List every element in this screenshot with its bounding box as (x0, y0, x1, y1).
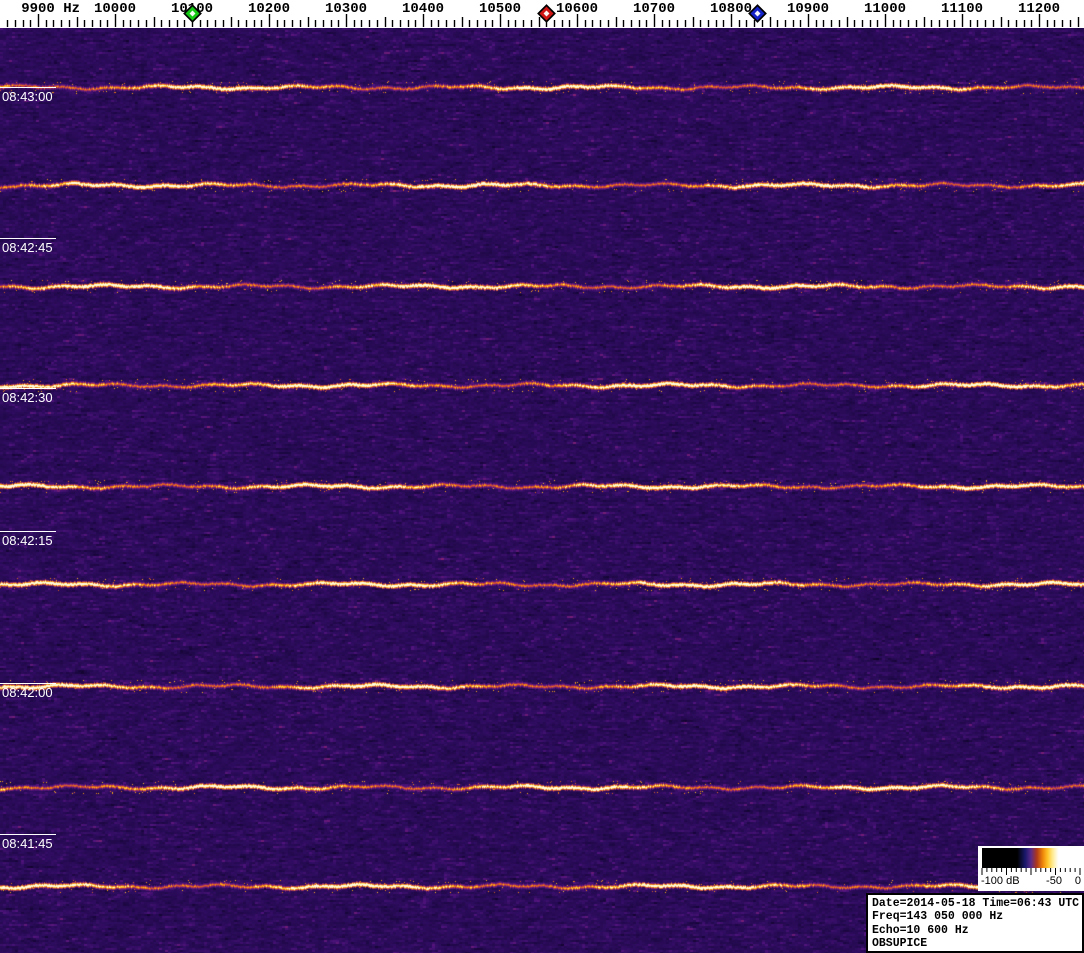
frequency-label: 11000 (863, 1, 907, 17)
time-tick (0, 531, 56, 532)
frequency-marker-blue (748, 3, 768, 23)
colorbar-label-min: -100 dB (981, 875, 1020, 887)
frequency-label: 10000 (93, 1, 137, 17)
time-tick (0, 388, 56, 389)
frequency-marker-green (182, 3, 202, 23)
frequency-label: 10700 (632, 1, 676, 17)
info-date-time: Date=2014-05-18 Time=06:43 UTC (872, 897, 1080, 910)
info-station: OBSUPICE (872, 937, 928, 951)
time-label: 08:42:30 (2, 390, 53, 405)
frequency-label: 10800 (709, 1, 753, 17)
time-tick (0, 87, 56, 88)
frequency-axis: 9900 Hz100001010010200103001040010500106… (0, 0, 1084, 28)
time-label: 08:42:15 (2, 533, 53, 548)
frequency-label: 11200 (1017, 1, 1061, 17)
frequency-label: 9900 Hz (21, 1, 80, 17)
frequency-label: 10900 (786, 1, 830, 17)
info-echo: Echo=10 600 Hz (872, 923, 969, 937)
db-colorbar-legend: -100 dB -50 0 (978, 846, 1084, 891)
frequency-label: 10500 (478, 1, 522, 17)
colorbar-label-max: 0 (1074, 875, 1081, 887)
time-label: 08:41:45 (2, 836, 53, 851)
time-label: 08:42:45 (2, 240, 53, 255)
time-label: 08:42:00 (2, 685, 53, 700)
frequency-label: 11100 (940, 1, 984, 17)
time-tick (0, 834, 56, 835)
frequency-label: 10200 (247, 1, 291, 17)
time-label: 08:43:00 (2, 89, 53, 104)
frequency-label: 10600 (555, 1, 599, 17)
frequency-label: 10400 (401, 1, 445, 17)
colorbar-gradient (982, 848, 1080, 868)
waterfall-plot (0, 28, 1084, 953)
spectrogram-screenshot: 9900 Hz100001010010200103001040010500106… (0, 0, 1084, 953)
info-frequency: Freq=143 050 000 Hz (872, 910, 1004, 924)
time-tick (0, 683, 56, 684)
frequency-marker-red (536, 3, 556, 23)
time-tick (0, 238, 56, 239)
frequency-label: 10300 (324, 1, 368, 17)
colorbar-label-mid: -50 (1046, 875, 1062, 887)
info-box: Date=2014-05-18 Time=06:43 UTC Freq=143 … (866, 893, 1084, 953)
